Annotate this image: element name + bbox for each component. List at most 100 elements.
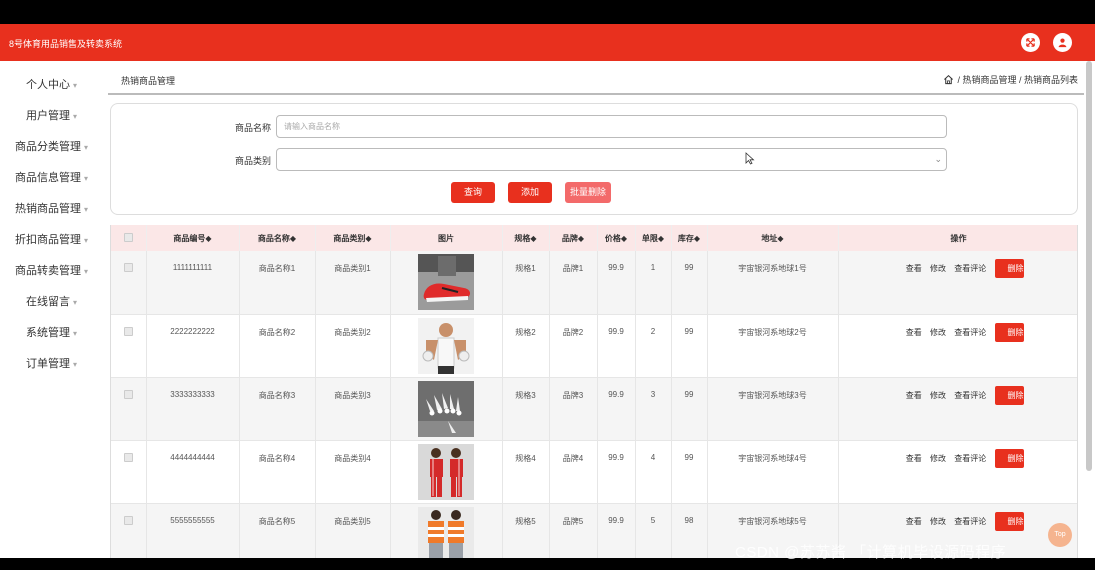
table-row: 2222222222 商品名称2 商品类别2 规格2 品牌2 99.9 2 99… [111,314,1077,378]
view-reviews-button[interactable]: 查看评论 [954,453,986,464]
sidebar-item-category-management[interactable]: 商品分类管理 ▾ [0,132,103,163]
cell-price: 99.9 [597,314,636,378]
cell-stock: 99 [671,314,708,378]
product-image-red-tracksuit[interactable] [418,443,474,500]
cell-actions: 查看 修改 查看评论 删除 [838,251,1077,315]
chevron-down-icon: ▾ [72,112,77,121]
column-header-name[interactable]: 商品名称◆ [239,225,316,251]
row-select-cell[interactable] [111,377,147,441]
cell-name: 商品名称4 [239,440,316,504]
cell-price: 99.9 [597,503,636,558]
select-all-checkbox[interactable] [123,232,133,242]
column-header-price[interactable]: 价格◆ [597,225,636,251]
view-button[interactable]: 查看 [906,390,922,401]
column-header-stock[interactable]: 库存◆ [671,225,708,251]
sidebar-item-system-management[interactable]: 系统管理 ▾ [0,318,103,349]
cell-name: 商品名称5 [239,503,316,558]
row-checkbox[interactable] [123,389,133,399]
edit-button[interactable]: 修改 [930,516,946,527]
delete-button[interactable]: 删除 [994,448,1024,468]
column-header-code[interactable]: 商品编号◆ [146,225,240,251]
row-checkbox[interactable] [123,515,133,525]
edit-button[interactable]: 修改 [930,390,946,401]
row-select-cell[interactable] [111,314,147,378]
edit-button[interactable]: 修改 [930,327,946,338]
delete-button[interactable]: 删除 [994,511,1024,531]
batch-delete-button[interactable]: 批量删除 [565,182,611,203]
cell-category: 商品类别2 [315,314,391,378]
view-button[interactable]: 查看 [906,516,922,527]
breadcrumb-text[interactable]: / 热销商品管理 / 热销商品列表 [957,73,1078,86]
add-button[interactable]: 添加 [508,182,552,203]
row-checkbox[interactable] [123,452,133,462]
cell-image [390,440,503,504]
delete-button[interactable]: 删除 [994,385,1024,405]
product-category-select[interactable]: ⌄ [276,148,947,171]
cell-price: 99.9 [597,440,636,504]
view-button[interactable]: 查看 [906,263,922,274]
sidebar-item-resale-management[interactable]: 商品转卖管理 ▾ [0,256,103,287]
product-name-placeholder: 请输入商品名称 [284,122,340,131]
sidebar-item-orders[interactable]: 订单管理 ▾ [0,349,103,380]
view-button[interactable]: 查看 [906,453,922,464]
page-title: 热销商品管理 [121,76,176,86]
row-select-cell[interactable] [111,503,147,558]
row-checkbox[interactable] [123,263,133,272]
sidebar-item-user-management[interactable]: 用户管理 ▾ [0,101,103,132]
page-scrollbar[interactable] [1086,61,1092,471]
top-bar: 8号体育用品销售及转卖系统 [0,24,1095,61]
back-to-top-button[interactable]: Top [1048,523,1072,547]
column-header-category[interactable]: 商品类别◆ [315,225,391,251]
view-reviews-button[interactable]: 查看评论 [954,327,986,338]
select-all-cell[interactable] [111,225,147,251]
view-reviews-button[interactable]: 查看评论 [954,263,986,274]
chevron-down-icon: ▾ [72,81,77,90]
sidebar-item-discount-products[interactable]: 折扣商品管理 ▾ [0,225,103,256]
edit-button[interactable]: 修改 [930,263,946,274]
view-reviews-button[interactable]: 查看评论 [954,390,986,401]
cell-stock: 98 [671,503,708,558]
cell-category: 商品类别5 [315,503,391,558]
sidebar-item-label: 商品信息管理 [14,172,81,184]
sidebar-item-product-info[interactable]: 商品信息管理 ▾ [0,163,103,194]
user-icon[interactable] [1053,33,1072,52]
delete-button[interactable]: 删除 [994,322,1024,342]
row-select-cell[interactable] [111,251,147,315]
watermark-text: CSDN @苏苏酱 「计算机毕设源码程序 [735,544,1007,561]
products-table: 商品编号◆ 商品名称◆ 商品类别◆ 图片 规格◆ 品牌◆ 价格◆ 单限◆ 库存◆… [110,225,1078,558]
app-window: 8号体育用品销售及转卖系统 个人中心 ▾ 用户管理 ▾ 商品分类管理 ▾ 商品信息管理… [0,24,1095,558]
edit-button[interactable]: 修改 [930,453,946,464]
sidebar-item-label: 商品分类管理 [14,141,81,153]
delete-button[interactable]: 删除 [994,259,1024,278]
column-header-spec[interactable]: 规格◆ [502,225,550,251]
cell-brand: 品牌5 [549,503,598,558]
column-header-brand[interactable]: 品牌◆ [549,225,598,251]
row-checkbox[interactable] [123,326,133,336]
cell-actions: 查看 修改 查看评论 删除 [838,314,1077,378]
product-name-input[interactable]: 请输入商品名称 [276,115,947,138]
chevron-down-icon: ▾ [72,360,77,369]
view-button[interactable]: 查看 [906,327,922,338]
column-header-address[interactable]: 地址◆ [707,225,839,251]
column-header-limit[interactable]: 单限◆ [635,225,672,251]
sidebar-item-personal-center[interactable]: 个人中心 ▾ [0,70,103,101]
cell-limit: 2 [635,314,672,378]
cell-category: 商品类别4 [315,440,391,504]
cell-price: 99.9 [597,377,636,441]
fullscreen-icon[interactable] [1021,33,1040,52]
query-button[interactable]: 查询 [451,182,495,203]
cell-actions: 查看 修改 查看评论 删除 [838,440,1077,504]
home-icon[interactable] [943,74,954,85]
sidebar-item-messages[interactable]: 在线留言 ▾ [0,287,103,318]
product-image-red-sneaker[interactable] [418,254,474,310]
sidebar-item-label: 商品转卖管理 [14,265,81,277]
cell-stock: 99 [671,377,708,441]
view-reviews-button[interactable]: 查看评论 [954,516,986,527]
cell-brand: 品牌3 [549,377,598,441]
sidebar-item-hot-products[interactable]: 热销商品管理 ▾ [0,194,103,225]
row-select-cell[interactable] [111,440,147,504]
product-image-athlete-tanktop[interactable] [418,317,474,374]
product-image-shuttlecocks[interactable] [418,380,474,437]
product-image-striped-sportswear[interactable] [418,506,474,558]
sidebar-item-label: 用户管理 [25,110,70,122]
